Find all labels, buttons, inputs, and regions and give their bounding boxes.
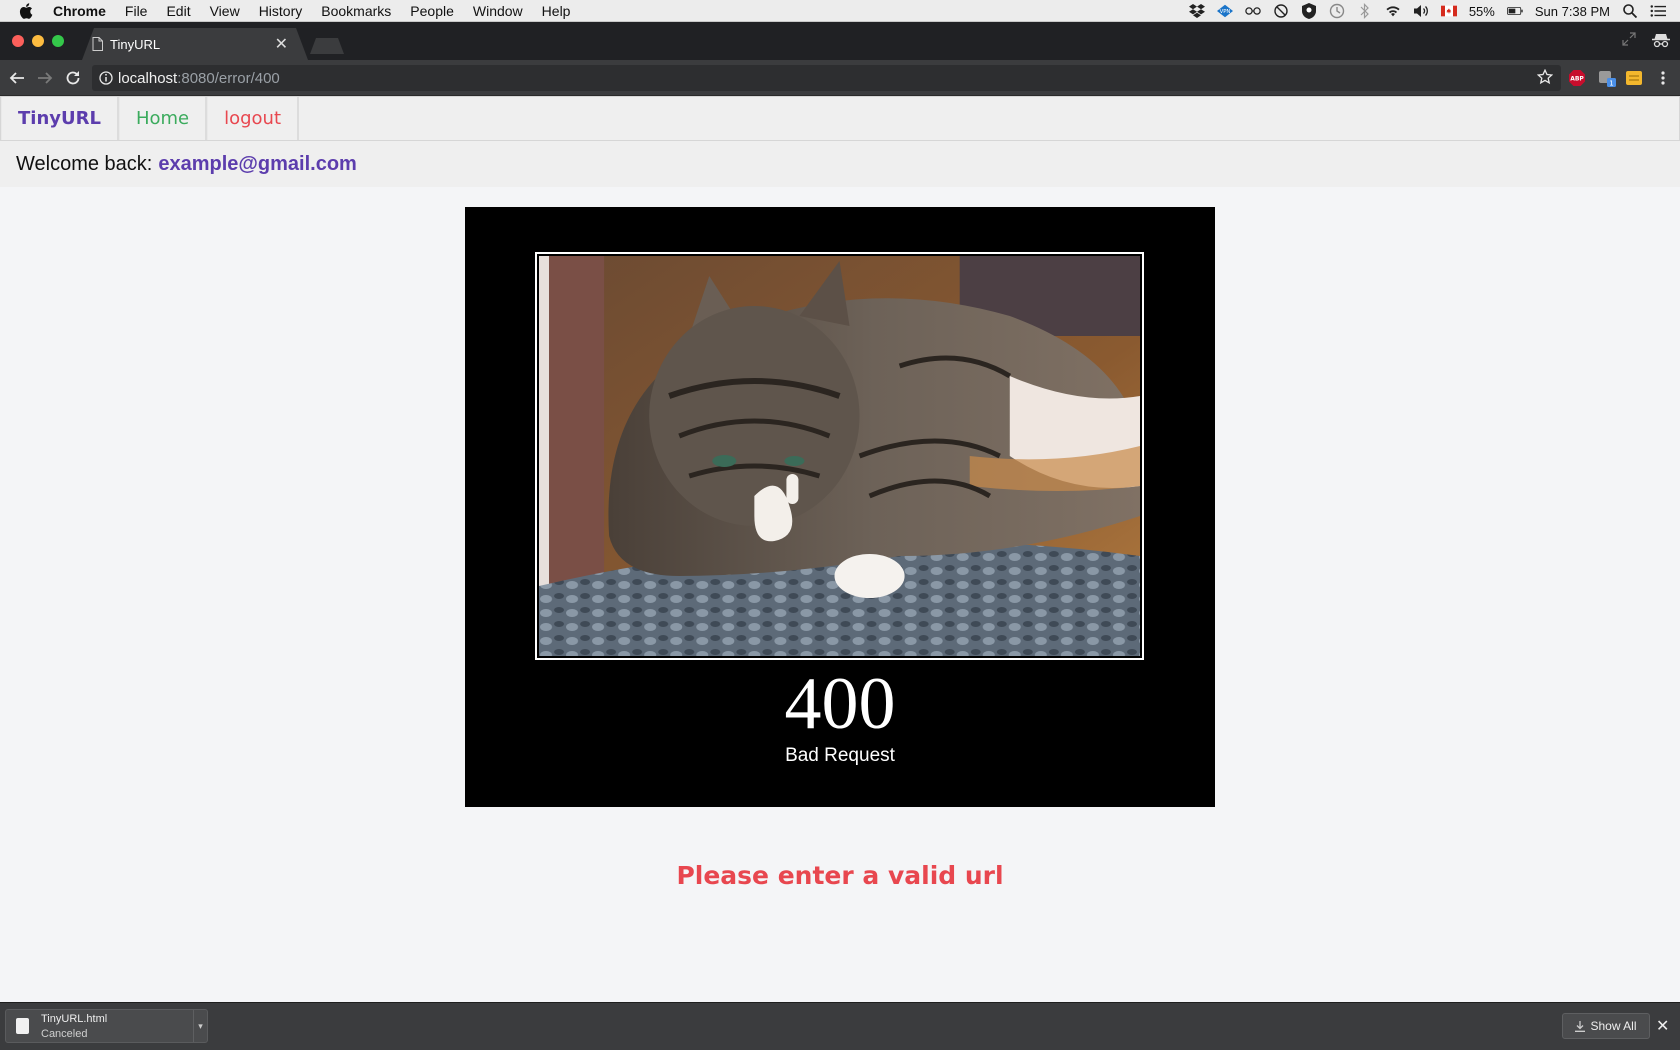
chrome-menu-icon[interactable] (1654, 69, 1672, 87)
wifi-icon[interactable] (1385, 3, 1401, 19)
menu-edit[interactable]: Edit (166, 3, 190, 19)
close-shelf-icon[interactable]: ✕ (1656, 1016, 1669, 1036)
spotlight-search-icon[interactable] (1622, 3, 1638, 19)
battery-percent: 55% (1468, 3, 1495, 19)
user-email: example@gmail.com (158, 152, 357, 175)
welcome-label: Welcome back: (16, 152, 153, 175)
nav-home-link[interactable]: Home (118, 97, 208, 140)
file-icon (16, 1018, 29, 1034)
vpn-icon[interactable]: VPN (1216, 3, 1233, 19)
tab-tinyurl[interactable]: TinyURL ✕ (82, 28, 308, 60)
chrome-tab-strip: TinyURL ✕ (0, 22, 1680, 60)
tab-close-icon[interactable]: ✕ (275, 34, 288, 54)
page-content: TinyURL Home logout Welcome back: exampl… (0, 96, 1680, 1002)
incognito-profile-icon[interactable] (1652, 32, 1670, 53)
notes-extension-icon[interactable] (1625, 69, 1643, 87)
error-code: 400 (784, 663, 896, 745)
svg-text:ABP: ABP (1570, 76, 1584, 83)
show-all-label: Show All (1590, 1019, 1637, 1033)
download-status: Canceled (41, 1028, 88, 1040)
volume-icon[interactable] (1413, 3, 1429, 19)
download-item[interactable]: TinyURL.html Canceled ▾ (5, 1009, 208, 1043)
menu-history[interactable]: History (259, 3, 303, 19)
notification-center-icon[interactable] (1650, 3, 1666, 19)
brand-link[interactable]: TinyURL (1, 97, 119, 140)
glasses-icon[interactable] (1245, 3, 1261, 19)
site-navbar: TinyURL Home logout (0, 96, 1680, 141)
svg-text:VPN: VPN (1219, 9, 1230, 15)
error-title: Bad Request (785, 745, 895, 766)
apple-icon[interactable] (19, 2, 35, 19)
status-tray: VPN 55% Sun 7:38 PM (1188, 0, 1680, 22)
menu-people[interactable]: People (410, 3, 454, 19)
bookmark-star-icon[interactable] (1536, 68, 1554, 89)
window-close-button[interactable] (12, 35, 24, 47)
bluetooth-icon[interactable] (1357, 3, 1373, 19)
menu-view[interactable]: View (210, 3, 240, 19)
show-all-downloads-button[interactable]: Show All (1562, 1013, 1650, 1039)
tab-title: TinyURL (110, 36, 161, 52)
download-filename: TinyURL.html (41, 1013, 108, 1025)
welcome-banner: Welcome back: example@gmail.com (0, 141, 1680, 187)
time-machine-icon[interactable] (1329, 3, 1345, 19)
download-shelf: TinyURL.html Canceled ▾ Show All ✕ (0, 1002, 1680, 1050)
window-zoom-button[interactable] (52, 35, 64, 47)
shield-icon[interactable] (1301, 3, 1317, 19)
menu-bookmarks[interactable]: Bookmarks (321, 3, 391, 19)
new-tab-button[interactable] (310, 38, 344, 54)
window-minimize-button[interactable] (32, 35, 44, 47)
menu-help[interactable]: Help (542, 3, 571, 19)
download-arrow-icon (1575, 1020, 1586, 1032)
menu-app-chrome[interactable]: Chrome (53, 3, 106, 19)
battery-icon[interactable] (1506, 3, 1523, 19)
error-cat-photo (535, 252, 1144, 660)
adblock-plus-icon[interactable]: ABP (1568, 69, 1586, 87)
url-host: localhost (118, 69, 178, 87)
canada-flag-icon[interactable] (1440, 3, 1457, 19)
forward-arrow-icon[interactable] (36, 69, 54, 87)
download-menu-chevron-icon[interactable]: ▾ (193, 1010, 207, 1042)
fullscreen-icon[interactable] (1622, 32, 1636, 53)
menu-window[interactable]: Window (473, 3, 523, 19)
chrome-toolbar: localhost:8080/error/400 ABP 1 (0, 60, 1680, 96)
dropbox-icon[interactable] (1188, 3, 1205, 19)
reload-icon[interactable] (64, 69, 82, 87)
error-message: Please enter a valid url (676, 861, 1004, 890)
page-icon (92, 37, 103, 54)
svg-text:1: 1 (1609, 80, 1613, 88)
macos-menu-bar: Chrome File Edit View History Bookmarks … (0, 0, 1680, 22)
address-bar[interactable]: localhost:8080/error/400 (92, 65, 1561, 91)
info-icon[interactable] (99, 71, 113, 89)
url-path: :8080/error/400 (177, 69, 280, 87)
do-not-disturb-icon[interactable] (1273, 3, 1289, 19)
extension-badge-icon[interactable]: 1 (1598, 69, 1616, 87)
error-poster: 400 Bad Request (465, 207, 1215, 807)
back-arrow-icon[interactable] (8, 69, 26, 87)
menu-file[interactable]: File (125, 3, 148, 19)
clock[interactable]: Sun 7:38 PM (1535, 4, 1610, 19)
nav-logout-link[interactable]: logout (207, 97, 300, 140)
